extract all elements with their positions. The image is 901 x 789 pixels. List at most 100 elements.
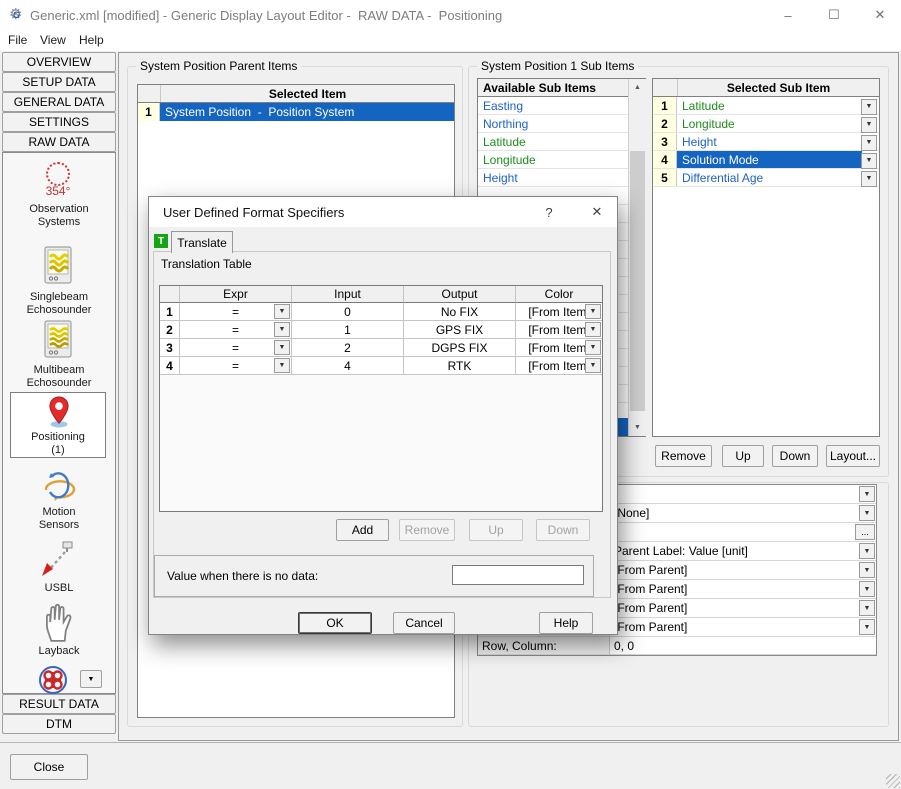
available-list-scrollbar[interactable]: ▲ ▼	[628, 79, 646, 436]
scrollbar-thumb[interactable]	[630, 151, 645, 411]
sidebar-tab-dtm[interactable]: DTM	[2, 714, 116, 734]
sidebar-item-positioning[interactable]: Positioning (1)	[10, 392, 106, 458]
combo-arrow-icon[interactable]: ▼	[585, 322, 601, 337]
sidebar-more-dropdown-button[interactable]: ▼	[80, 670, 102, 688]
available-item-easting[interactable]: Easting	[478, 97, 628, 115]
combo-arrow-icon[interactable]: ▼	[859, 562, 875, 578]
combo-arrow-icon[interactable]: ▼	[859, 486, 875, 502]
color-combo[interactable]: [From Item]▼	[516, 339, 602, 357]
property-value[interactable]: Parent Label: Value [unit] ▼	[610, 542, 876, 561]
property-value-row-column[interactable]: 0, 0	[610, 637, 876, 655]
menu-file[interactable]: File	[8, 33, 27, 47]
selected-sub-item-row[interactable]: 5 Differential Age ▼	[653, 169, 879, 187]
expr-combo[interactable]: =▼	[180, 321, 292, 339]
property-value[interactable]: [From Parent] ▼	[610, 599, 876, 618]
output-cell[interactable]: RTK	[404, 357, 516, 375]
menu-help[interactable]: Help	[79, 33, 104, 47]
remove-sub-item-button[interactable]: Remove	[655, 445, 712, 467]
color-combo[interactable]: [From Item]▼	[516, 303, 602, 321]
scroll-down-icon[interactable]: ▼	[629, 419, 646, 436]
property-value[interactable]: [From Parent] ▼	[610, 561, 876, 580]
combo-arrow-icon[interactable]: ▼	[274, 358, 290, 373]
dialog-help-button[interactable]: ?	[529, 197, 569, 227]
combo-arrow-icon[interactable]: ▼	[861, 171, 877, 187]
up-row-button[interactable]: Up	[469, 519, 523, 541]
combo-arrow-icon[interactable]: ▼	[861, 117, 877, 133]
available-item-latitude[interactable]: Latitude	[478, 133, 628, 151]
expr-combo[interactable]: =▼	[180, 303, 292, 321]
dialog-close-button[interactable]: ✕	[577, 197, 617, 227]
add-row-button[interactable]: Add	[336, 519, 389, 541]
combo-arrow-icon[interactable]: ▼	[274, 340, 290, 355]
combo-arrow-icon[interactable]: ▼	[859, 543, 875, 559]
output-cell[interactable]: DGPS FIX	[404, 339, 516, 357]
menu-view[interactable]: View	[40, 33, 66, 47]
sidebar-tab-settings[interactable]: SETTINGS	[2, 112, 116, 132]
parent-item-row[interactable]: 1 System Position - Position System	[138, 103, 454, 121]
property-value-format-string[interactable]: =0:No FIX,=1:GPS FIX,=2:DGPS FIX,=4:RTK …	[610, 523, 876, 542]
selected-sub-item-row[interactable]: 2 Longitude ▼	[653, 115, 879, 133]
color-combo[interactable]: [From Item]▼	[516, 357, 602, 375]
no-data-value-input[interactable]	[452, 565, 584, 585]
combo-arrow-icon[interactable]: ▼	[585, 340, 601, 355]
input-cell[interactable]: 0	[292, 303, 404, 321]
selected-sub-item-row-selected[interactable]: 4 Solution Mode ▼	[653, 151, 879, 169]
combo-arrow-icon[interactable]: ▼	[859, 505, 875, 521]
sidebar-item-multibeam[interactable]	[44, 320, 72, 361]
sidebar-item-motion-sensors[interactable]	[38, 468, 78, 507]
selected-sub-item-row[interactable]: 3 Height ▼	[653, 133, 879, 151]
up-sub-item-button[interactable]: Up	[722, 445, 764, 467]
sidebar-item-singlebeam[interactable]	[44, 246, 72, 287]
combo-arrow-icon[interactable]: ▼	[859, 619, 875, 635]
property-value[interactable]: [From Parent] ▼	[610, 618, 876, 637]
output-cell[interactable]: No FIX	[404, 303, 516, 321]
ok-button[interactable]: OK	[298, 612, 372, 634]
resize-grip[interactable]	[886, 774, 900, 788]
cancel-button[interactable]: Cancel	[393, 612, 455, 634]
input-cell[interactable]: 4	[292, 357, 404, 375]
sidebar-item-usbl[interactable]	[40, 540, 76, 583]
combo-arrow-icon[interactable]: ▼	[274, 304, 290, 319]
sidebar-tab-raw-data[interactable]: RAW DATA	[2, 132, 116, 152]
layout-button[interactable]: Layout...	[826, 445, 880, 467]
close-window-button[interactable]: ✕	[857, 0, 901, 30]
combo-arrow-icon[interactable]: ▼	[585, 358, 601, 373]
sidebar-tab-result-data[interactable]: RESULT DATA	[2, 694, 116, 714]
combo-arrow-icon[interactable]: ▼	[274, 322, 290, 337]
color-combo[interactable]: [From Item]▼	[516, 321, 602, 339]
property-value[interactable]: [None] ▼	[610, 504, 876, 523]
output-cell[interactable]: GPS FIX	[404, 321, 516, 339]
combo-arrow-icon[interactable]: ▼	[861, 135, 877, 151]
property-value[interactable]: ▼	[610, 485, 876, 504]
minimize-button[interactable]: –	[765, 0, 811, 30]
combo-arrow-icon[interactable]: ▼	[585, 304, 601, 319]
combo-arrow-icon[interactable]: ▼	[859, 581, 875, 597]
combo-arrow-icon[interactable]: ▼	[859, 600, 875, 616]
positioning-label-1: Positioning	[1, 431, 115, 444]
input-cell[interactable]: 1	[292, 321, 404, 339]
property-value[interactable]: [From Parent] ▼	[610, 580, 876, 599]
sidebar-tab-general-data[interactable]: GENERAL DATA	[2, 92, 116, 112]
available-item-northing[interactable]: Northing	[478, 115, 628, 133]
ellipsis-button[interactable]: ...	[855, 524, 875, 540]
scroll-up-icon[interactable]: ▲	[629, 79, 646, 96]
combo-arrow-icon[interactable]: ▼	[861, 153, 877, 169]
expr-combo[interactable]: =▼	[180, 339, 292, 357]
remove-row-button[interactable]: Remove	[399, 519, 455, 541]
help-button[interactable]: Help	[539, 612, 593, 634]
down-row-button[interactable]: Down	[536, 519, 590, 541]
available-item-height[interactable]: Height	[478, 169, 628, 187]
sidebar-tab-overview[interactable]: OVERVIEW	[2, 52, 116, 72]
maximize-button[interactable]: ☐	[811, 0, 857, 30]
observation-label-1: Observation	[2, 203, 116, 216]
input-cell[interactable]: 2	[292, 339, 404, 357]
down-sub-item-button[interactable]: Down	[772, 445, 818, 467]
sidebar-item-layback[interactable]	[42, 602, 74, 645]
combo-arrow-icon[interactable]: ▼	[861, 99, 877, 115]
expr-combo[interactable]: =▼	[180, 357, 292, 375]
close-button[interactable]: Close	[10, 754, 88, 780]
tab-translate[interactable]: Translate	[171, 231, 233, 253]
available-item-longitude[interactable]: Longitude	[478, 151, 628, 169]
selected-sub-item-row[interactable]: 1 Latitude ▼	[653, 97, 879, 115]
sidebar-tab-setup-data[interactable]: SETUP DATA	[2, 72, 116, 92]
